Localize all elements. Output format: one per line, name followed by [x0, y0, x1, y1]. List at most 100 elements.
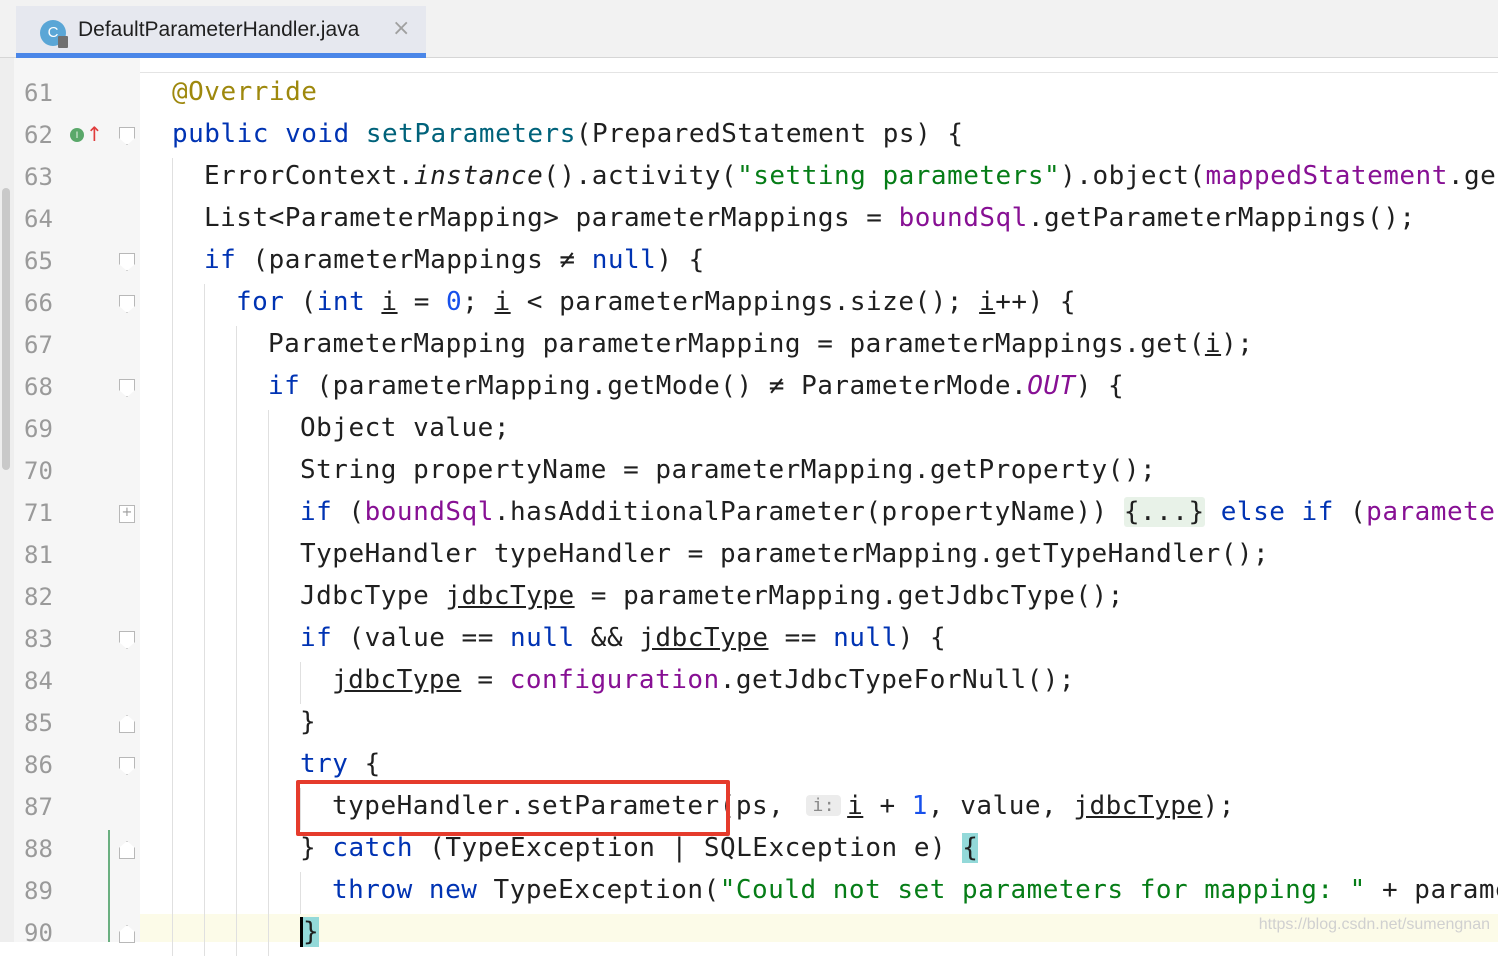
code-token: ) { [1075, 371, 1125, 401]
code-line[interactable]: 70 String propertyName = parameterMapping… [0, 452, 1498, 494]
indent-guide [268, 788, 269, 830]
code-text[interactable]: for (int i = 0; i < parameterMappings.si… [236, 287, 1076, 317]
indent-guide [172, 410, 173, 452]
indent-guide [204, 368, 205, 410]
code-line[interactable]: 88 } catch (TypeException | SQLException … [0, 830, 1498, 872]
code-text[interactable]: public void setParameters(PreparedStatem… [172, 119, 964, 149]
field-reference: boundSql [898, 203, 1028, 233]
code-line[interactable]: 81 TypeHandler typeHandler = parameterMap… [0, 536, 1498, 578]
keyword-token: if [204, 245, 253, 275]
fold-marker-icon[interactable] [119, 295, 135, 313]
code-text[interactable]: } [300, 917, 320, 947]
code-token: ) { [656, 245, 705, 275]
fold-marker-icon[interactable] [119, 127, 135, 145]
method-name: setParameters [365, 119, 576, 149]
code-line[interactable]: 65 if (parameterMappings ≠ null) { [0, 242, 1498, 284]
line-number: 67 [24, 331, 53, 359]
code-text[interactable]: Object value; [300, 413, 510, 443]
line-number: 68 [24, 373, 53, 401]
code-line[interactable]: 89 throw new TypeException("Could not set… [0, 872, 1498, 914]
code-line[interactable]: 67 ParameterMapping parameterMapping = pa… [0, 326, 1498, 368]
code-token: { [364, 749, 381, 779]
expand-fold-icon[interactable]: + [119, 505, 135, 523]
indent-guide [268, 914, 269, 956]
code-line[interactable]: 61 @Override [0, 74, 1498, 116]
editor-tab-bar: C DefaultParameterHandler.java × [0, 0, 1498, 58]
code-token: (TypeException | SQLException e) [429, 833, 963, 863]
code-token: == [768, 623, 834, 653]
indent-guide [172, 242, 173, 284]
code-line[interactable]: 68 if (parameterMapping.getMode() ≠ Param… [0, 368, 1498, 410]
code-text[interactable]: String propertyName = parameterMapping.g… [300, 455, 1156, 485]
indent-guide [204, 578, 205, 620]
code-token: String propertyName = parameterMapping.g… [300, 455, 1157, 485]
code-text[interactable]: List<ParameterMapping> parameterMappings… [204, 203, 1416, 233]
code-text[interactable]: throw new TypeException("Could not set p… [332, 875, 1498, 905]
indent-guide [172, 914, 173, 956]
code-line[interactable]: 69 Object value; [0, 410, 1498, 452]
indent-guide [204, 872, 205, 914]
code-text[interactable]: try { [300, 749, 381, 779]
indent-guide [204, 326, 205, 368]
folded-code-block[interactable]: {...} [1123, 497, 1205, 527]
implements-gutter-icon[interactable]: I [70, 128, 84, 142]
code-line[interactable]: 63 ErrorContext.instance().activity("sett… [0, 158, 1498, 200]
line-number: 88 [24, 835, 53, 863]
code-line[interactable]: 62 I ↑ public void setParameters(PreparedSt… [0, 116, 1498, 158]
code-text[interactable]: ErrorContext.instance().activity("settin… [204, 161, 1498, 191]
indent-guide [268, 830, 269, 872]
fold-marker-icon[interactable] [119, 253, 135, 271]
indent-guide [204, 284, 205, 326]
code-text[interactable]: if (parameterMapping.getMode() ≠ Paramet… [268, 371, 1124, 401]
line-number: 85 [24, 709, 53, 737]
line-number: 89 [24, 877, 53, 905]
code-text[interactable]: @Override [172, 77, 317, 107]
code-line[interactable]: 84 jdbcType = configuration.getJdbcTypeFo… [0, 662, 1498, 704]
code-text[interactable]: jdbcType = configuration.getJdbcTypeForN… [332, 665, 1075, 695]
code-line[interactable]: 87 typeHandler.setParameter(ps, i: i + 1, … [0, 788, 1498, 830]
code-text[interactable]: } catch (TypeException | SQLException e)… [300, 833, 979, 863]
go-to-super-icon[interactable]: ↑ [86, 122, 103, 146]
file-lock-badge-icon [58, 36, 68, 48]
code-token: .hasAdditionalParameter(propertyName)) [493, 497, 1124, 527]
code-line[interactable]: 71 + if (boundSql.hasAdditionalParameter(p… [0, 494, 1498, 536]
keyword-token: for [236, 287, 301, 317]
code-token: List<ParameterMapping> parameterMappings… [204, 203, 899, 233]
code-text[interactable]: } [300, 707, 316, 737]
indent-guide [204, 662, 205, 704]
code-token: TypeException( [493, 875, 720, 905]
indent-guide [236, 368, 237, 410]
fold-marker-icon[interactable] [119, 757, 135, 775]
code-text[interactable]: if (parameterMappings ≠ null) { [204, 245, 705, 275]
code-line[interactable]: 86 try { [0, 746, 1498, 788]
fold-marker-icon[interactable] [119, 379, 135, 397]
code-line[interactable]: 85} [0, 704, 1498, 746]
code-line[interactable]: 64 List<ParameterMapping> parameterMappin… [0, 200, 1498, 242]
file-tab[interactable]: C DefaultParameterHandler.java × [16, 6, 426, 58]
line-number: 64 [24, 205, 53, 233]
reassigned-variable: jdbcType [332, 665, 462, 695]
code-text[interactable]: ParameterMapping parameterMapping = para… [268, 329, 1253, 359]
code-line[interactable]: 66 for (int i = 0; i < parameterMappings.… [0, 284, 1498, 326]
code-text[interactable]: JdbcType jdbcType = parameterMapping.get… [300, 581, 1124, 611]
code-text[interactable]: TypeHandler typeHandler = parameterMappi… [300, 539, 1269, 569]
class-icon-letter: C [47, 24, 59, 41]
code-text[interactable]: if (value == null && jdbcType == null) { [300, 623, 946, 653]
field-reference: configuration [509, 665, 720, 695]
indent-guide [268, 410, 269, 452]
code-line[interactable]: 82 JdbcType jdbcType = parameterMapping.g… [0, 578, 1498, 620]
indent-guide [204, 704, 205, 746]
close-tab-icon[interactable]: × [392, 16, 410, 41]
fold-marker-icon[interactable] [119, 631, 135, 649]
line-number: 65 [24, 247, 53, 275]
code-token: ) { [897, 623, 947, 653]
fold-marker-icon[interactable] [119, 715, 135, 733]
indent-guide [268, 872, 269, 914]
fold-marker-icon[interactable] [119, 925, 135, 943]
editor-top-rule [140, 72, 1498, 73]
keyword-token: int [316, 287, 382, 317]
code-text[interactable]: if (boundSql.hasAdditionalParameter(prop… [300, 497, 1498, 527]
code-line[interactable]: 83 if (value == null && jdbcType == null)… [0, 620, 1498, 662]
fold-marker-icon[interactable] [119, 841, 135, 859]
